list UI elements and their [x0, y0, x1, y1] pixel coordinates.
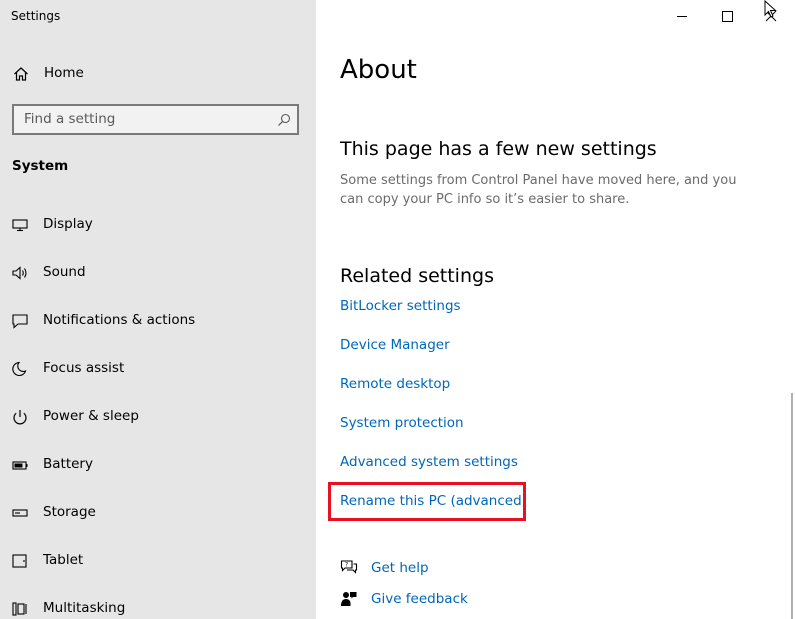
app-title: Settings — [11, 9, 61, 23]
system-protection-link[interactable]: System protection — [340, 415, 464, 431]
sidebar-item-label: Notifications & actions — [43, 312, 196, 328]
power-icon — [11, 409, 29, 425]
svg-text:?: ? — [345, 562, 348, 569]
highlight-box — [328, 482, 526, 521]
main-content: About This page has a few new settings S… — [316, 0, 795, 619]
speaker-icon — [11, 265, 29, 281]
maximize-button[interactable] — [705, 0, 751, 32]
home-icon — [13, 66, 29, 82]
section-title: System — [12, 158, 69, 174]
tablet-icon — [11, 553, 29, 569]
give-feedback-label: Give feedback — [371, 591, 468, 607]
related-settings-heading: Related settings — [340, 265, 494, 287]
maximize-icon — [722, 11, 733, 22]
search-placeholder: Find a setting — [24, 111, 116, 127]
settings-window: Settings Home Find a setting System Disp… — [0, 0, 795, 619]
sidebar-item-label: Tablet — [43, 552, 84, 568]
sidebar-item-label: Power & sleep — [43, 408, 139, 424]
monitor-icon — [11, 217, 29, 233]
search-field[interactable]: Find a setting — [12, 104, 299, 135]
home-nav-item[interactable]: Home — [0, 60, 316, 88]
new-settings-heading: This page has a few new settings — [340, 138, 657, 160]
sidebar-item-label: Storage — [43, 504, 96, 520]
sidebar-item-storage[interactable]: Storage — [0, 496, 316, 530]
sidebar-item-notifications[interactable]: Notifications & actions — [0, 304, 316, 338]
sidebar-item-label: Multitasking — [43, 600, 126, 616]
advanced-system-settings-link[interactable]: Advanced system settings — [340, 454, 518, 470]
scrollbar[interactable] — [791, 393, 793, 619]
battery-icon — [11, 457, 29, 473]
multitasking-icon — [11, 601, 29, 617]
sidebar-item-tablet[interactable]: Tablet — [0, 544, 316, 578]
bitlocker-settings-link[interactable]: BitLocker settings — [340, 298, 461, 314]
help-chat-icon: ? — [340, 559, 358, 577]
remote-desktop-link[interactable]: Remote desktop — [340, 376, 450, 392]
device-manager-link[interactable]: Device Manager — [340, 337, 450, 353]
storage-icon — [11, 505, 29, 521]
sidebar-item-sound[interactable]: Sound — [0, 256, 316, 290]
sidebar-item-power-sleep[interactable]: Power & sleep — [0, 400, 316, 434]
get-help-label: Get help — [371, 560, 429, 576]
sidebar-item-label: Focus assist — [43, 360, 125, 376]
sidebar-item-multitasking[interactable]: Multitasking — [0, 592, 316, 619]
sidebar-item-label: Battery — [43, 456, 93, 472]
sidebar-item-label: Display — [43, 216, 93, 232]
moon-icon — [11, 361, 29, 377]
sidebar-item-label: Sound — [43, 264, 86, 280]
minimize-icon — [677, 16, 687, 17]
search-icon[interactable] — [277, 112, 291, 126]
sidebar: Settings Home Find a setting System Disp… — [0, 0, 316, 619]
mouse-cursor-icon — [764, 0, 778, 18]
sidebar-item-display[interactable]: Display — [0, 208, 316, 242]
sidebar-item-battery[interactable]: Battery — [0, 448, 316, 482]
notification-icon — [11, 313, 29, 329]
new-settings-description: Some settings from Control Panel have mo… — [340, 173, 737, 207]
sidebar-item-focus-assist[interactable]: Focus assist — [0, 352, 316, 386]
home-label: Home — [44, 65, 84, 81]
minimize-button[interactable] — [659, 0, 705, 32]
page-title: About — [340, 55, 417, 85]
feedback-icon — [340, 590, 358, 608]
